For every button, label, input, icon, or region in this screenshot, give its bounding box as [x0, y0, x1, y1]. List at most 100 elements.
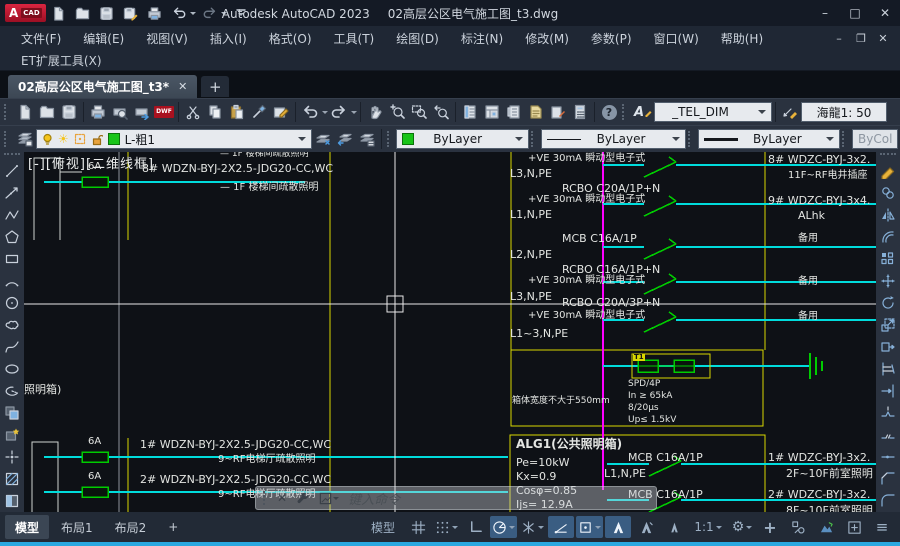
qat-undo-button[interactable] [168, 3, 190, 23]
chamfer-button[interactable] [877, 468, 899, 490]
rectangle-button[interactable] [1, 248, 23, 270]
redo-history-caret[interactable] [351, 111, 357, 117]
menu-format[interactable]: 格式(O) [258, 26, 323, 50]
minimize-button[interactable]: – [810, 1, 840, 25]
construction-line-button[interactable] [1, 182, 23, 204]
designcenter-button[interactable] [481, 101, 503, 123]
new-button[interactable] [14, 101, 36, 123]
workspace-caret-icon[interactable] [746, 526, 752, 532]
grid-toggle[interactable] [405, 516, 431, 538]
isodraft-caret-icon[interactable] [538, 526, 544, 532]
add-layout-button[interactable]: + [158, 515, 188, 539]
model-space-toggle[interactable]: 模型 [363, 516, 403, 538]
color-dropdown[interactable]: ByLayer [396, 129, 528, 149]
tab-close-icon[interactable]: ✕ [178, 80, 187, 93]
qat-new-button[interactable] [48, 3, 70, 23]
fillet-button[interactable] [877, 490, 899, 512]
qat-saveas-button[interactable] [120, 3, 142, 23]
menu-draw[interactable]: 绘图(D) [385, 26, 450, 50]
layer-dropdown[interactable]: ☀ L-粗1 [36, 129, 312, 149]
toolbar-grip[interactable] [688, 131, 694, 147]
autocad-logo[interactable]: A CAD [5, 4, 46, 22]
qat-redo-button[interactable] [199, 3, 221, 23]
circle-button[interactable] [1, 292, 23, 314]
join-button[interactable] [877, 446, 899, 468]
menu-parametric[interactable]: 参数(P) [580, 26, 643, 50]
toolbar-grip[interactable] [880, 153, 896, 159]
text-style-button[interactable]: A [632, 101, 654, 123]
document-tab-active[interactable]: 02高层公区电气施工图_t3* ✕ [8, 75, 197, 98]
menu-tools[interactable]: 工具(T) [323, 26, 386, 50]
menu-et-tools[interactable]: ET扩展工具(X) [10, 50, 113, 70]
tab-model[interactable]: 模型 [5, 515, 49, 539]
toolbar-grip[interactable] [531, 131, 537, 147]
scale-box-field[interactable]: 海龍1: 50 [801, 102, 887, 122]
menu-modify[interactable]: 修改(M) [514, 26, 580, 50]
sheet-set-button[interactable] [525, 101, 547, 123]
gradient-button[interactable] [1, 490, 23, 512]
plot-preview-button[interactable] [109, 101, 131, 123]
dim-edit-button[interactable] [779, 101, 801, 123]
toolbar-grip[interactable] [842, 131, 848, 147]
scale-button[interactable] [877, 314, 899, 336]
dwf-button[interactable]: DWF [153, 101, 175, 123]
ellipse-arc-button[interactable] [1, 380, 23, 402]
open-button[interactable] [36, 101, 58, 123]
markup-button[interactable] [547, 101, 569, 123]
scale-caret-icon[interactable] [716, 526, 722, 532]
tab-layout2[interactable]: 布局2 [105, 515, 157, 539]
ortho-toggle[interactable] [462, 516, 488, 538]
graphics-performance-button[interactable] [813, 516, 839, 538]
edit-block-button[interactable] [270, 101, 292, 123]
ellipse-button[interactable] [1, 358, 23, 380]
publish-button[interactable] [131, 101, 153, 123]
doc-minimize-button[interactable]: – [828, 29, 850, 47]
snap-toggle[interactable] [433, 516, 460, 538]
menu-help[interactable]: 帮助(H) [710, 26, 774, 50]
paste-button[interactable] [226, 101, 248, 123]
line-button[interactable] [1, 160, 23, 182]
revision-cloud-button[interactable] [1, 314, 23, 336]
crosshair-customization-button[interactable]: + [757, 516, 783, 538]
command-customize-wrench-icon[interactable] [296, 491, 310, 505]
workspace-switching-button[interactable]: ⚙ [729, 516, 755, 538]
maximize-button[interactable]: □ [840, 1, 870, 25]
qat-plot-button[interactable] [144, 3, 166, 23]
annotation-visibility-toggle[interactable] [605, 516, 631, 538]
move-button[interactable] [877, 270, 899, 292]
new-tab-button[interactable]: + [201, 76, 229, 97]
insert-block-button[interactable] [1, 402, 23, 424]
menu-file[interactable]: 文件(F) [10, 26, 72, 50]
pan-button[interactable] [364, 101, 386, 123]
menu-view[interactable]: 视图(V) [135, 26, 199, 50]
extend-button[interactable] [877, 380, 899, 402]
toolbar-grip[interactable] [4, 153, 20, 159]
toolbar-grip[interactable] [622, 104, 628, 120]
doc-close-button[interactable]: ✕ [872, 29, 894, 47]
redo-dropdown-caret[interactable] [221, 12, 227, 18]
create-block-button[interactable] [1, 424, 23, 446]
layer-states-button[interactable] [356, 128, 378, 150]
mirror-button[interactable] [877, 204, 899, 226]
match-properties-button[interactable] [248, 101, 270, 123]
copy-clip-button[interactable] [204, 101, 226, 123]
properties-palette-button[interactable] [459, 101, 481, 123]
annotation-scale-indicator[interactable] [661, 516, 687, 538]
help-button[interactable]: ? [598, 101, 620, 123]
polar-caret-icon[interactable] [509, 526, 515, 532]
layer-previous-button[interactable] [334, 128, 356, 150]
layer-properties-button[interactable] [14, 128, 36, 150]
make-object-layer-current-button[interactable] [312, 128, 334, 150]
qat-open-button[interactable] [72, 3, 94, 23]
drawing-canvas[interactable]: [-][俯视][二维线框] — 1F 楼梯间疏散照明 6A 8# WDZN-BY… [24, 152, 876, 512]
zoom-realtime-button[interactable] [386, 101, 408, 123]
qat-customize-button[interactable] [230, 3, 252, 23]
doc-restore-button[interactable]: ❐ [850, 29, 872, 47]
menu-window[interactable]: 窗口(W) [643, 26, 710, 50]
customization-menu-button[interactable]: ≡ [869, 516, 895, 538]
isolate-objects-button[interactable] [785, 516, 811, 538]
toolbar-grip[interactable] [4, 131, 10, 147]
polyline-button[interactable] [1, 204, 23, 226]
osnap-caret-icon[interactable] [595, 526, 601, 532]
tool-palettes-button[interactable] [503, 101, 525, 123]
